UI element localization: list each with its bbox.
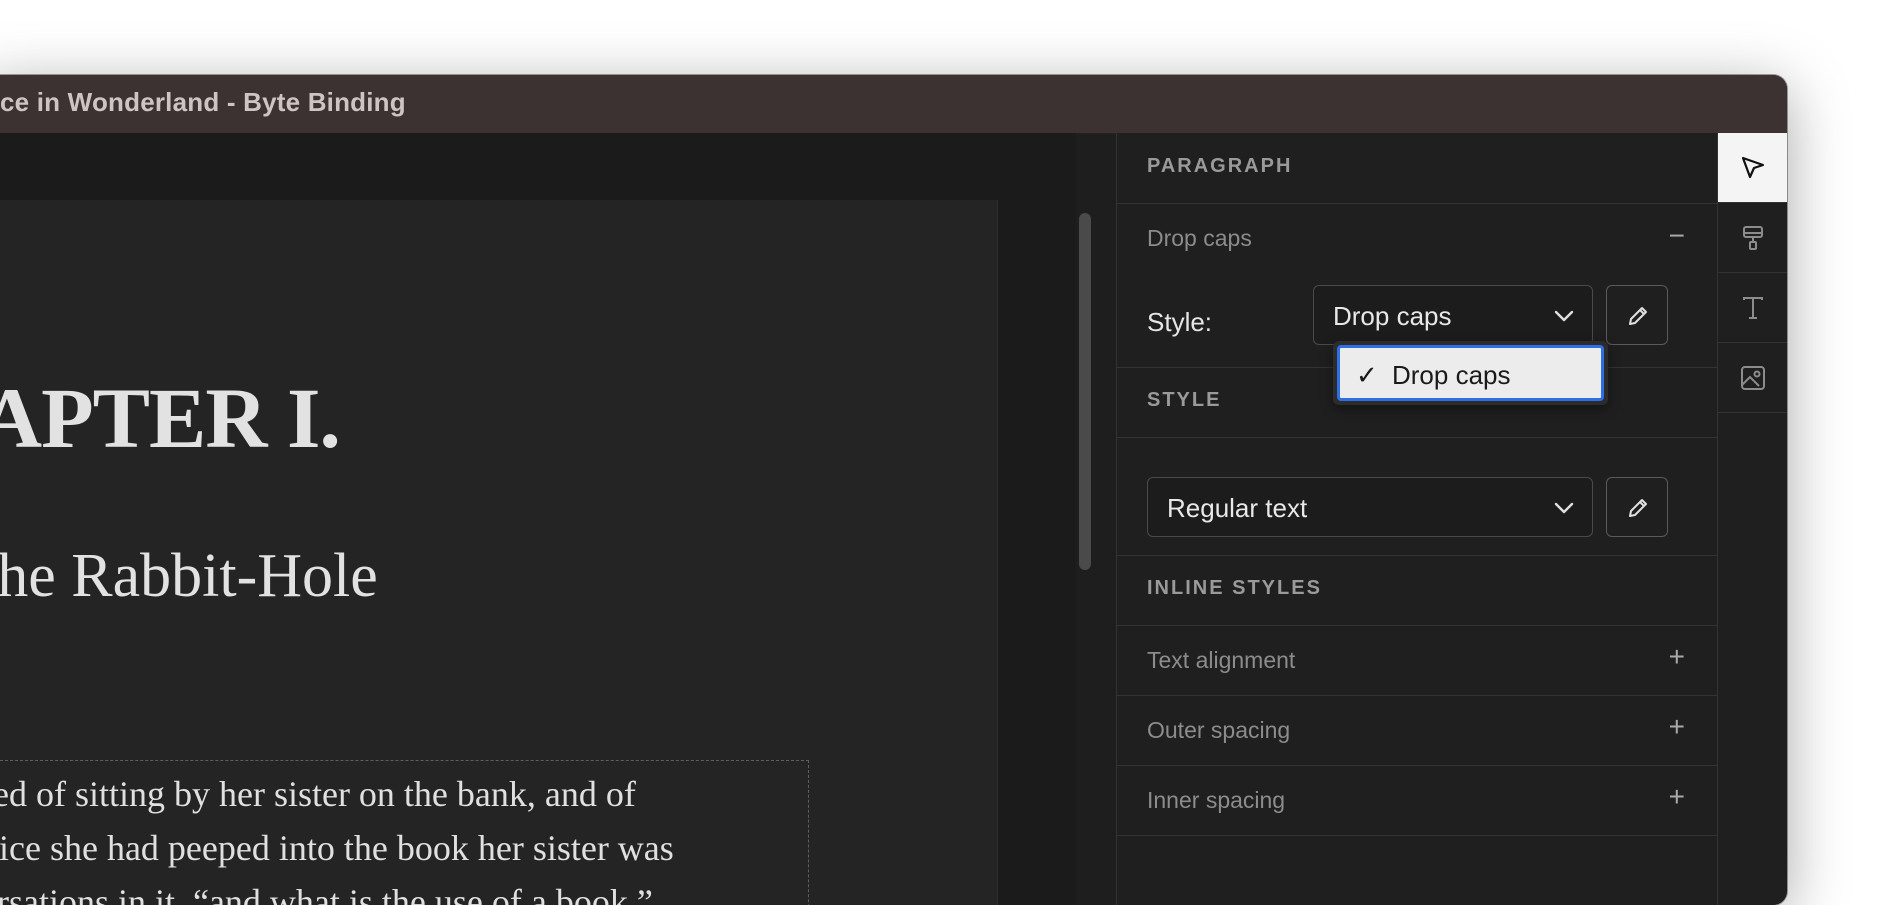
paint-roller-icon — [1743, 226, 1763, 250]
chevron-down-icon — [1554, 502, 1574, 514]
document-page[interactable]: APTER I. the Rabbit-Hole red of sitting … — [0, 200, 998, 905]
chapter-heading[interactable]: APTER I. — [0, 368, 341, 468]
title-bar: ce in Wonderland - Byte Binding — [0, 75, 1787, 134]
inner-spacing-label: Inner spacing — [1147, 787, 1286, 813]
inner-spacing-row[interactable]: Inner spacing + — [1117, 765, 1717, 836]
edit-paragraph-style-button[interactable] — [1606, 477, 1668, 537]
inspector-panel: PARAGRAPH Drop caps − Style: Drop caps S… — [1116, 133, 1717, 905]
add-inner-spacing-button[interactable]: + — [1669, 782, 1685, 812]
paragraph-section-header: PARAGRAPH — [1117, 133, 1717, 204]
outer-spacing-row[interactable]: Outer spacing + — [1117, 695, 1717, 766]
drop-caps-style-select[interactable]: Drop caps — [1313, 285, 1593, 345]
chapter-subtitle[interactable]: the Rabbit-Hole — [0, 541, 378, 612]
add-text-alignment-button[interactable]: + — [1669, 642, 1685, 672]
drop-caps-option-label: Drop caps — [1392, 360, 1511, 390]
edit-drop-caps-style-button[interactable] — [1606, 285, 1668, 345]
image-icon — [1741, 366, 1765, 390]
image-tool-button[interactable] — [1718, 343, 1787, 413]
window-title: ce in Wonderland - Byte Binding — [0, 87, 406, 117]
drop-caps-dropdown-menu: ✓ Drop caps — [1333, 341, 1608, 405]
style-heading: STYLE — [1147, 389, 1222, 411]
text-tool-button[interactable] — [1718, 273, 1787, 343]
paragraph-line: ersations in it, “and what is the use of… — [0, 882, 653, 905]
tool-strip — [1717, 133, 1787, 905]
paragraph-heading: PARAGRAPH — [1147, 155, 1293, 177]
app-window: ce in Wonderland - Byte Binding APTER I.… — [0, 75, 1787, 905]
paint-roller-tool-button[interactable] — [1718, 203, 1787, 273]
paragraph-style-select[interactable]: Regular text — [1147, 477, 1593, 537]
chevron-down-icon — [1554, 310, 1574, 322]
check-icon: ✓ — [1356, 360, 1378, 390]
add-outer-spacing-button[interactable]: + — [1669, 712, 1685, 742]
drop-caps-label: Drop caps — [1147, 225, 1252, 251]
pencil-icon — [1629, 499, 1647, 517]
paragraph-line: red of sitting by her sister on the bank… — [0, 774, 636, 814]
pencil-icon — [1629, 307, 1647, 325]
inline-styles-section-header: INLINE STYLES — [1117, 555, 1717, 626]
text-alignment-label: Text alignment — [1147, 647, 1296, 673]
pointer-tool-button[interactable] — [1718, 133, 1787, 203]
inline-styles-heading: INLINE STYLES — [1147, 577, 1322, 599]
drop-caps-option[interactable]: ✓ Drop caps — [1337, 345, 1604, 401]
editor-scrollbar[interactable] — [1079, 213, 1091, 570]
pointer-icon — [1741, 156, 1765, 179]
text-alignment-row[interactable]: Text alignment + — [1117, 625, 1717, 696]
outer-spacing-label: Outer spacing — [1147, 717, 1291, 743]
editor-area[interactable]: APTER I. the Rabbit-Hole red of sitting … — [0, 133, 1076, 905]
paragraph-style-value: Regular text — [1167, 493, 1308, 523]
style-field-label: Style: — [1147, 307, 1213, 337]
selected-paragraph[interactable]: red of sitting by her sister on the bank… — [0, 760, 809, 905]
drop-caps-style-value: Drop caps — [1333, 301, 1452, 331]
paragraph-line: vice she had peeped into the book her si… — [0, 828, 674, 868]
remove-drop-caps-button[interactable]: − — [1669, 221, 1685, 251]
text-icon — [1743, 297, 1763, 319]
